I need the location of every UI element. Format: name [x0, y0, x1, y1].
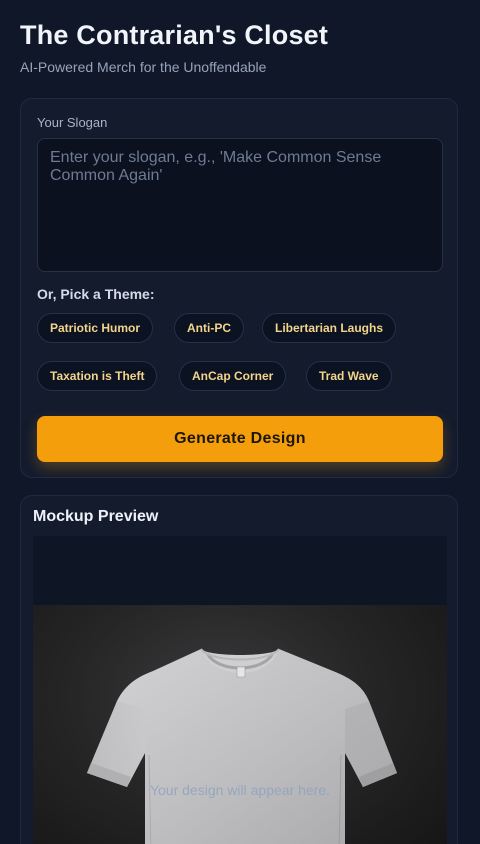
theme-chip-patriotic-humor[interactable]: Patriotic Humor: [37, 313, 154, 343]
theme-chip-ancap-corner[interactable]: AnCap Corner: [179, 361, 287, 391]
theme-chip-libertarian-laughs[interactable]: Libertarian Laughs: [262, 313, 397, 343]
theme-chip-trad-wave[interactable]: Trad Wave: [306, 361, 392, 391]
mockup-preview-card: Mockup Preview Your design will appear h…: [20, 495, 458, 844]
app-header: The Contrarian's Closet AI-Powered Merch…: [20, 18, 328, 76]
app-title: The Contrarian's Closet: [20, 20, 329, 50]
slogan-form-card: Your Slogan Or, Pick a Theme: Patriotic …: [20, 98, 458, 478]
generate-design-button[interactable]: Generate Design: [37, 416, 443, 462]
slogan-label: Your Slogan: [37, 115, 108, 130]
app-page: The Contrarian's Closet AI-Powered Merch…: [0, 0, 480, 844]
theme-chip-taxation-is-theft[interactable]: Taxation is Theft: [37, 361, 158, 391]
theme-chip-anti-pc[interactable]: Anti-PC: [174, 313, 244, 343]
tshirt-image: [87, 648, 397, 844]
preview-title: Mockup Preview: [33, 508, 159, 525]
slogan-input[interactable]: [37, 138, 443, 272]
theme-label: Or, Pick a Theme:: [37, 286, 155, 302]
tshirt-mockup: Your design will appear here.: [33, 605, 447, 844]
app-subtitle: AI-Powered Merch for the Unoffendable: [20, 59, 267, 75]
preview-canvas-top: [33, 536, 447, 605]
design-placeholder-text: Your design will appear here.: [149, 782, 331, 798]
